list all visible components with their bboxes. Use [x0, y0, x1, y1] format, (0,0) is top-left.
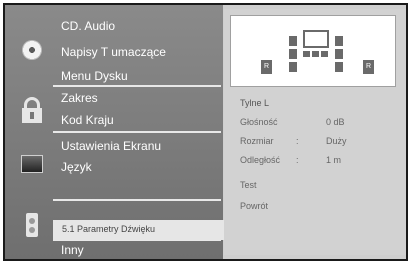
disc-icon — [19, 37, 45, 63]
menu-item-other[interactable]: Inny — [61, 243, 84, 257]
front-left-speaker-icon — [289, 62, 297, 72]
back-button[interactable]: Powrót — [240, 201, 268, 211]
setting-value: 0 dB — [326, 117, 345, 127]
center-speaker-icon — [312, 51, 319, 57]
screen-icon — [19, 151, 45, 177]
front-right-speaker-icon — [335, 62, 343, 72]
menu-item-subtitles[interactable]: Napisy T umaczące — [61, 45, 166, 59]
menu-divider — [53, 85, 221, 87]
menu-item-cd-audio[interactable]: CD. Audio — [61, 19, 115, 33]
menu-item-disc-menu[interactable]: Menu Dysku — [61, 69, 128, 83]
menu-divider — [53, 199, 221, 201]
setting-label: Rozmiar — [240, 136, 274, 146]
rear-right-speaker-icon: R — [363, 60, 374, 74]
menu-item-country-code[interactable]: Kod Kraju — [61, 113, 114, 127]
front-left-speaker-icon — [289, 49, 297, 59]
rear-left-speaker-icon: R — [261, 60, 272, 74]
setting-label: Głośność — [240, 117, 278, 127]
setting-value: Duży — [326, 136, 347, 146]
speaker-icon — [19, 213, 45, 239]
setting-separator: : — [296, 136, 299, 146]
menu-divider — [53, 131, 221, 133]
selected-item-label: 5.1 Parametry Dźwięku — [62, 224, 156, 234]
center-speaker-icon — [321, 51, 328, 57]
speaker-settings-panel: R R Tylne L Głośność 0 dB Rozmiar : Duży — [224, 9, 406, 255]
menu-item-screen-settings[interactable]: Ustawienia Ekranu — [61, 139, 161, 153]
center-speaker-icon — [303, 51, 310, 57]
front-left-speaker-icon — [289, 36, 297, 46]
setting-separator: : — [296, 155, 299, 165]
lock-icon — [19, 97, 45, 123]
menu-item-rating[interactable]: Zakres — [61, 91, 98, 105]
speaker-layout-diagram: R R — [230, 15, 396, 87]
dvd-setup-window: CD. Audio Napisy T umaczące Menu Dysku Z… — [3, 3, 408, 261]
menu-item-language[interactable]: Język — [61, 160, 92, 174]
menu-item-51-audio-settings[interactable]: 5.1 Parametry Dźwięku — [53, 220, 231, 240]
tv-icon — [303, 30, 329, 48]
front-right-speaker-icon — [335, 49, 343, 59]
front-right-speaker-icon — [335, 36, 343, 46]
speaker-title: Tylne L — [240, 98, 270, 108]
setting-label: Odległość — [240, 155, 281, 165]
test-button[interactable]: Test — [240, 180, 257, 190]
setting-value: 1 m — [326, 155, 342, 165]
